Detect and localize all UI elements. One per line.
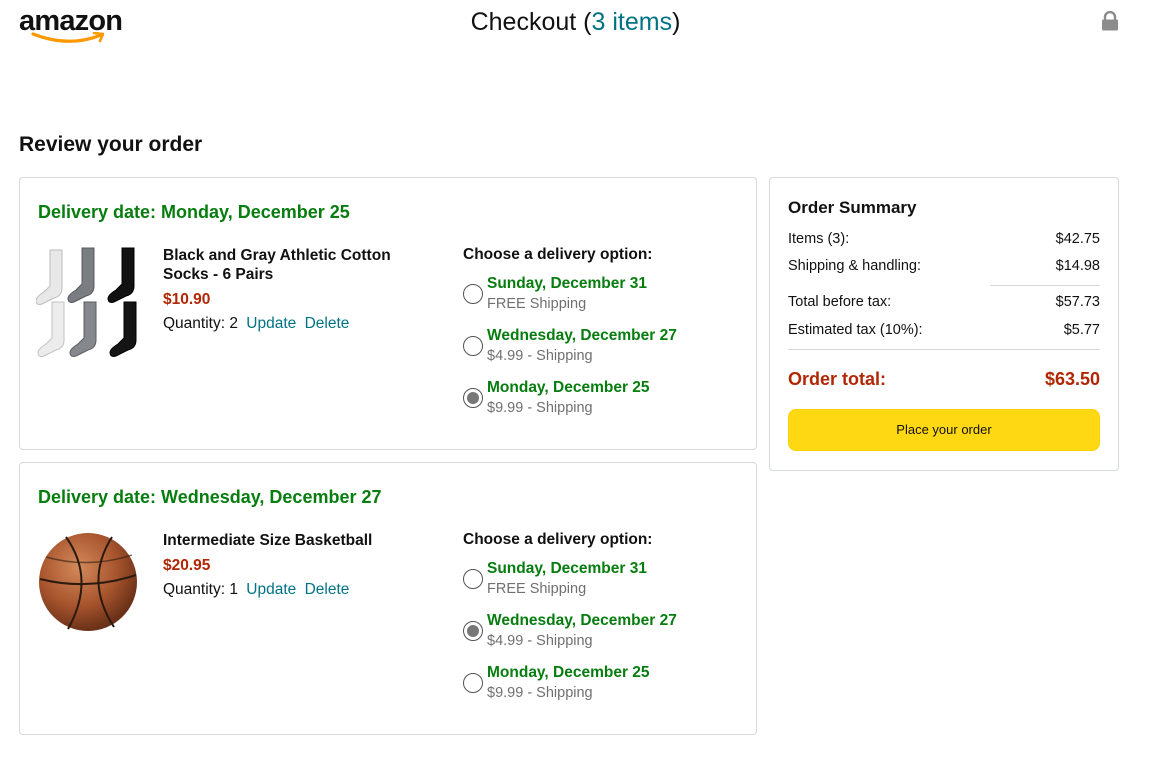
place-order-button[interactable]: Place your order xyxy=(788,409,1100,451)
delivery-option-date: Sunday, December 31 xyxy=(487,275,647,292)
summary-before-tax-label: Total before tax: xyxy=(788,294,892,310)
delete-item-link[interactable]: Delete xyxy=(305,315,350,332)
lock-icon xyxy=(1101,10,1119,31)
quantity-label: Quantity: 1 xyxy=(163,581,238,598)
summary-shipping-value: $14.98 xyxy=(1055,258,1100,274)
summary-before-tax-value: $57.73 xyxy=(1055,294,1100,310)
subtotal-divider xyxy=(990,285,1100,286)
delivery-options-title: Choose a delivery option: xyxy=(463,531,653,548)
delivery-option[interactable]: Wednesday, December 27 $4.99 - Shipping xyxy=(463,611,753,663)
items-count-link[interactable]: 3 items xyxy=(591,8,672,36)
delivery-option-cost: $9.99 - Shipping xyxy=(487,685,593,701)
delivery-option-cost: FREE Shipping xyxy=(487,581,587,597)
delivery-option-radio-selected[interactable] xyxy=(463,388,483,408)
summary-tax-row: Estimated tax (10%): $5.77 xyxy=(788,322,1100,338)
delivery-option-radio[interactable] xyxy=(463,569,483,589)
delivery-options: Choose a delivery option: Sunday, Decemb… xyxy=(463,531,753,715)
order-total-label: Order total: xyxy=(788,369,887,389)
delivery-option-cost: $4.99 - Shipping xyxy=(487,348,593,364)
update-quantity-link[interactable]: Update xyxy=(246,315,296,332)
product-image-basketball xyxy=(36,529,140,643)
product-name: Intermediate Size Basketball xyxy=(163,532,373,549)
delivery-option-cost: $4.99 - Shipping xyxy=(487,633,593,649)
checkout-title: Checkout (3 items) xyxy=(0,8,1151,37)
product-price: $20.95 xyxy=(163,557,211,574)
quantity-label: Quantity: 2 xyxy=(163,315,238,332)
delivery-option-radio[interactable] xyxy=(463,284,483,304)
delivery-option-cost: $9.99 - Shipping xyxy=(487,400,593,416)
delivery-option[interactable]: Monday, December 25 $9.99 - Shipping xyxy=(463,663,753,715)
product-info: Intermediate Size Basketball $20.95 Quan… xyxy=(163,531,438,599)
delivery-option-date: Monday, December 25 xyxy=(487,664,650,681)
delivery-option[interactable]: Sunday, December 31 FREE Shipping xyxy=(463,274,753,326)
checkout-title-suffix: ) xyxy=(672,8,681,36)
product-name: Black and Gray Athletic Cotton Socks - 6… xyxy=(163,247,391,283)
page-heading: Review your order xyxy=(19,133,203,156)
order-summary-card: Order Summary Items (3): $42.75 Shipping… xyxy=(769,177,1119,471)
delivery-options-title: Choose a delivery option: xyxy=(463,246,653,263)
summary-tax-label: Estimated tax (10%): xyxy=(788,322,923,338)
order-item-card: Delivery date: Wednesday, December 27 In… xyxy=(19,462,757,735)
summary-shipping-label: Shipping & handling: xyxy=(788,258,922,274)
order-item-card: Delivery date: Monday, December 25 Black… xyxy=(19,177,757,450)
total-divider xyxy=(788,349,1100,350)
delivery-option[interactable]: Wednesday, December 27 $4.99 - Shipping xyxy=(463,326,753,378)
summary-tax-value: $5.77 xyxy=(1063,322,1100,338)
product-info: Black and Gray Athletic Cotton Socks - 6… xyxy=(163,246,438,333)
delivery-option-date: Sunday, December 31 xyxy=(487,560,647,577)
delivery-option-date: Wednesday, December 27 xyxy=(487,612,677,629)
summary-items-row: Items (3): $42.75 xyxy=(788,231,1100,247)
summary-before-tax-row: Total before tax: $57.73 xyxy=(788,294,1100,310)
delivery-option-radio[interactable] xyxy=(463,336,483,356)
socks-row-top xyxy=(35,247,135,305)
order-total-value: $63.50 xyxy=(1044,369,1100,389)
summary-items-label: Items (3): xyxy=(788,231,850,247)
delivery-date: Delivery date: Monday, December 25 xyxy=(38,202,350,222)
delivery-option-radio-selected[interactable] xyxy=(463,621,483,641)
delivery-option-radio[interactable] xyxy=(463,673,483,693)
product-image-socks xyxy=(35,244,140,358)
quantity-row: Quantity: 2 Update Delete xyxy=(163,315,438,333)
quantity-row: Quantity: 1 Update Delete xyxy=(163,581,438,599)
checkout-title-prefix: Checkout ( xyxy=(470,8,592,36)
delivery-date: Delivery date: Wednesday, December 27 xyxy=(38,487,382,507)
socks-row-bottom xyxy=(37,301,137,357)
order-summary-title: Order Summary xyxy=(788,198,917,217)
delivery-options: Choose a delivery option: Sunday, Decemb… xyxy=(463,246,753,430)
delivery-option-cost: FREE Shipping xyxy=(487,296,587,312)
delete-item-link[interactable]: Delete xyxy=(305,581,350,598)
delivery-option-date: Wednesday, December 27 xyxy=(487,327,677,344)
delivery-option[interactable]: Sunday, December 31 FREE Shipping xyxy=(463,559,753,611)
product-price: $10.90 xyxy=(163,291,211,308)
delivery-option-date: Monday, December 25 xyxy=(487,379,650,396)
update-quantity-link[interactable]: Update xyxy=(246,581,296,598)
summary-items-value: $42.75 xyxy=(1055,231,1100,247)
summary-shipping-row: Shipping & handling: $14.98 xyxy=(788,258,1100,274)
delivery-option[interactable]: Monday, December 25 $9.99 - Shipping xyxy=(463,378,753,430)
order-total-row: Order total: $63.50 xyxy=(788,369,1100,390)
